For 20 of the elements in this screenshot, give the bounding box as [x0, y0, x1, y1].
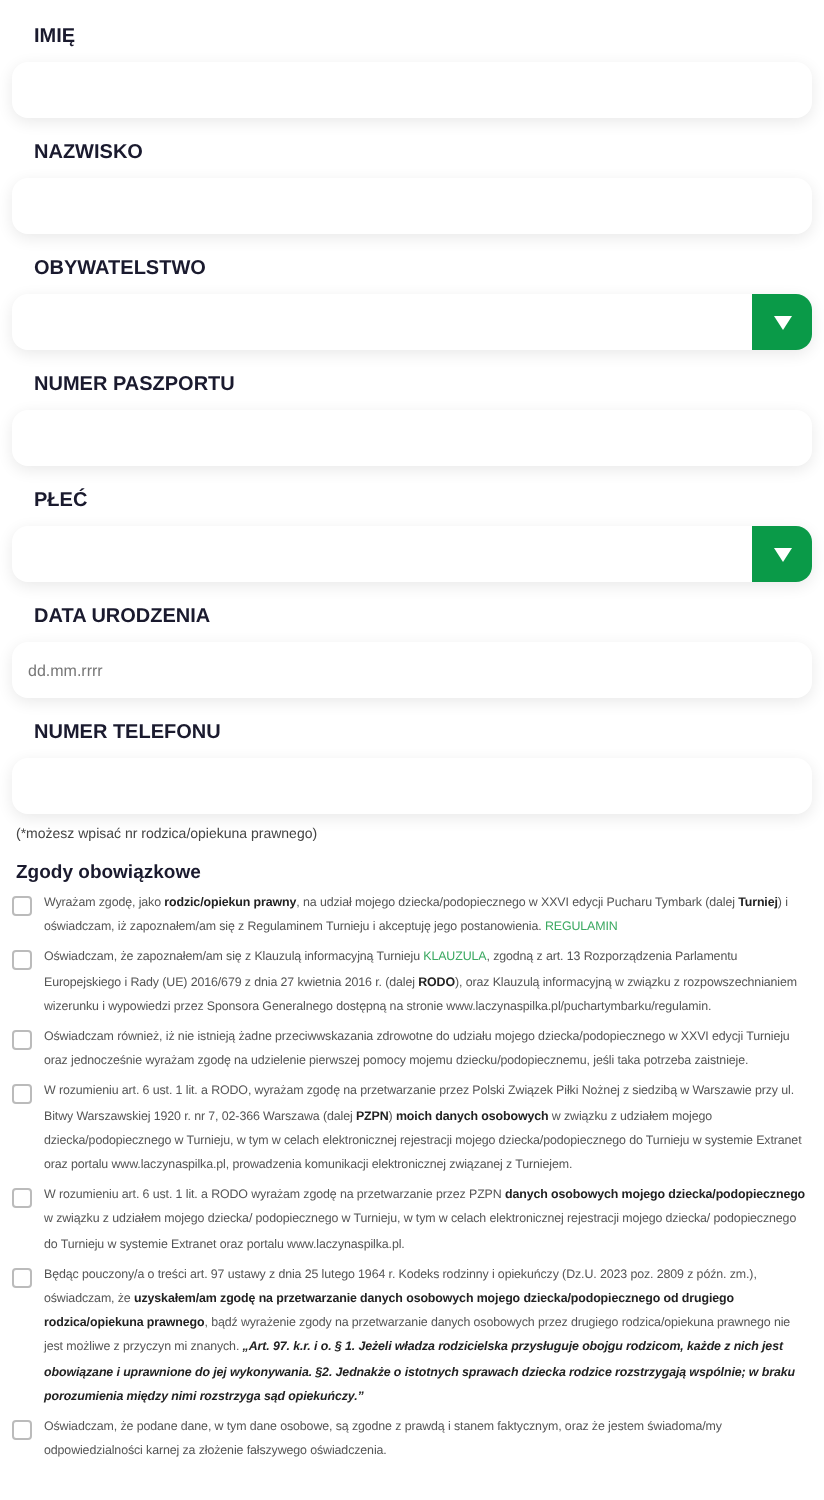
checkbox[interactable]: [12, 1084, 32, 1105]
field-label: NUMER TELEFONU: [34, 722, 223, 744]
select-field[interactable]: [12, 294, 812, 350]
checkbox[interactable]: [12, 950, 32, 971]
caret-icon: [773, 315, 791, 329]
field-label: DATA URODZENIA: [34, 606, 213, 628]
field-label: PŁEĆ: [34, 490, 90, 512]
field-label: IMIĘ: [34, 26, 78, 48]
date-field[interactable]: dd.mm.rrrr: [12, 642, 812, 698]
checkbox[interactable]: [12, 1267, 32, 1288]
select-field[interactable]: [12, 526, 812, 582]
field-label: OBYWATELSTWO: [34, 258, 208, 280]
checkbox[interactable]: [12, 1030, 32, 1051]
checkbox[interactable]: [12, 1188, 32, 1209]
field-label: NAZWISKO: [34, 142, 145, 164]
caret-icon: [773, 547, 791, 561]
section-heading: Zgody obowiązkowe: [16, 862, 203, 884]
checkbox[interactable]: [12, 896, 32, 916]
checkbox[interactable]: [12, 1420, 32, 1441]
field-label: NUMER PASZPORTU: [34, 374, 237, 396]
